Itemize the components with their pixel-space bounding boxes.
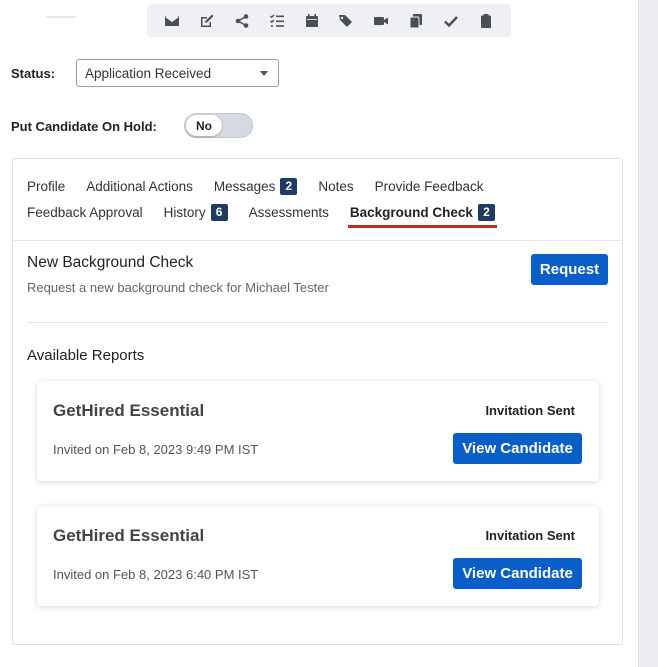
- report-status: Invitation Sent: [485, 403, 575, 418]
- report-name: GetHired Essential: [53, 526, 205, 545]
- copy-icon[interactable]: [405, 10, 427, 32]
- envelope-icon[interactable]: [161, 10, 183, 32]
- hold-toggle-knob: No: [186, 115, 222, 136]
- report-name: GetHired Essential: [53, 401, 205, 420]
- status-select[interactable]: Application Received: [76, 59, 279, 87]
- history-count-badge: 6: [210, 203, 228, 221]
- request-button[interactable]: Request: [531, 254, 608, 285]
- status-value: Application Received: [85, 65, 212, 81]
- report-date: Invited on Feb 8, 2023 6:40 PM IST: [53, 567, 259, 582]
- view-candidate-button[interactable]: View Candidate: [453, 558, 582, 589]
- calendar-icon[interactable]: [301, 10, 323, 32]
- check-icon[interactable]: [440, 10, 462, 32]
- clipboard-icon[interactable]: [475, 10, 497, 32]
- tabs-divider: [13, 240, 622, 241]
- tab-row-1: Profile Additional Actions Messages 2 Not…: [27, 173, 607, 199]
- tab-notes[interactable]: Notes: [318, 179, 353, 194]
- tab-assessments[interactable]: Assessments: [249, 205, 329, 220]
- hold-label: Put Candidate On Hold:: [11, 119, 157, 134]
- tab-provide-feedback[interactable]: Provide Feedback: [375, 179, 484, 194]
- background-check-count-badge: 2: [477, 203, 495, 221]
- checklist-icon[interactable]: [266, 10, 288, 32]
- tab-row-2: Feedback Approval History 6 Assessments B…: [27, 199, 607, 228]
- tags-icon[interactable]: [335, 10, 357, 32]
- report-card: GetHired Essential Invitation Sent Invit…: [37, 381, 599, 481]
- candidate-panel: Profile Additional Actions Messages 2 Not…: [12, 158, 623, 645]
- action-toolbar: [147, 4, 511, 37]
- report-status: Invitation Sent: [485, 528, 575, 543]
- page: Status: Application Received Put Candida…: [0, 0, 638, 667]
- tab-bar: Profile Additional Actions Messages 2 Not…: [27, 173, 607, 228]
- new-background-check-title: New Background Check: [27, 254, 194, 271]
- hold-toggle[interactable]: No: [184, 113, 253, 138]
- edit-icon[interactable]: [196, 10, 218, 32]
- tab-background-check[interactable]: Background Check 2: [347, 203, 497, 228]
- messages-count-badge: 2: [280, 177, 298, 195]
- share-icon[interactable]: [231, 10, 253, 32]
- section-divider: [27, 322, 608, 323]
- caret-down-icon: [260, 70, 268, 76]
- report-card: GetHired Essential Invitation Sent Invit…: [37, 506, 599, 606]
- tab-feedback-approval[interactable]: Feedback Approval: [27, 205, 143, 220]
- scroll-gutter[interactable]: [638, 0, 658, 667]
- status-label: Status:: [11, 66, 56, 81]
- tab-history[interactable]: History 6: [164, 203, 228, 221]
- tab-profile[interactable]: Profile: [27, 179, 65, 194]
- view-candidate-button[interactable]: View Candidate: [453, 433, 582, 464]
- new-background-check-description: Request a new background check for Micha…: [27, 280, 329, 295]
- video-icon[interactable]: [370, 10, 392, 32]
- available-reports-title: Available Reports: [27, 347, 145, 364]
- top-divider: [46, 16, 76, 18]
- tab-messages[interactable]: Messages 2: [214, 177, 298, 195]
- tab-additional-actions[interactable]: Additional Actions: [86, 179, 193, 194]
- report-date: Invited on Feb 8, 2023 9:49 PM IST: [53, 442, 259, 457]
